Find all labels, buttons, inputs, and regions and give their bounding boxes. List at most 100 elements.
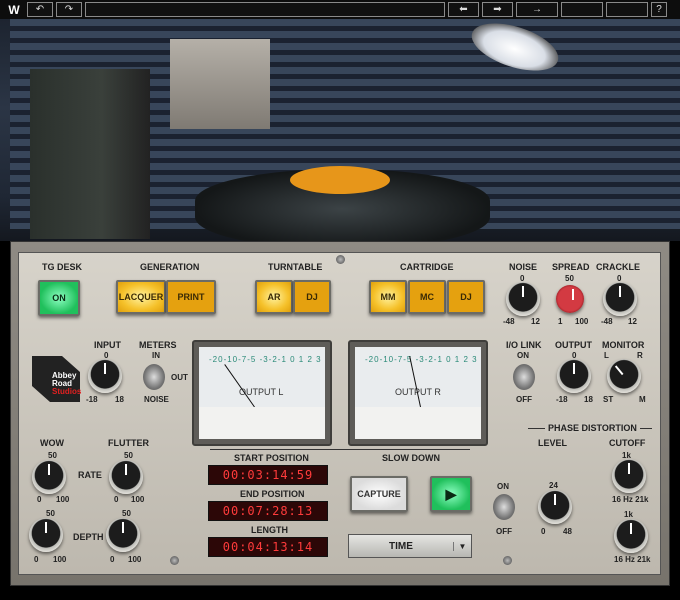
monitor-m: M — [639, 395, 646, 404]
generation-print-button[interactable]: PRINT — [166, 280, 216, 314]
output-l-meter: -20-10-7-5 -3-2-1 0 1 2 3 OUTPUT L — [192, 340, 332, 446]
wow-depth-min: 0 — [34, 555, 39, 564]
generation-lacquer-button[interactable]: LACQUER — [116, 280, 166, 314]
lathe-machine — [30, 69, 150, 239]
slow-down-label: SLOW DOWN — [382, 453, 440, 463]
monitor-label: MONITOR — [602, 340, 645, 350]
meters-out: OUT — [171, 373, 188, 382]
generation-label: GENERATION — [140, 262, 200, 272]
phase-level-max: 48 — [563, 527, 572, 536]
output-knob[interactable] — [557, 359, 591, 393]
wow-rate-min: 0 — [37, 495, 42, 504]
wow-depth-knob[interactable] — [29, 518, 63, 552]
input-max: 18 — [115, 395, 124, 404]
screw-icon — [503, 556, 512, 565]
phase-cutoff-label: CUTOFF — [609, 438, 646, 448]
flutter-depth-min: 0 — [110, 555, 115, 564]
studio-scene — [0, 19, 680, 241]
cutoff-lo-top: 1k — [624, 510, 633, 519]
flutter-label: FLUTTER — [108, 438, 149, 448]
waves-logo-icon[interactable]: W — [2, 2, 24, 17]
toolbar: W ↶ ↷ ⬅ ➡ → ? — [0, 0, 680, 19]
cutoff-hi-knob[interactable] — [612, 459, 646, 493]
help-button[interactable]: ? — [651, 2, 667, 17]
screw-icon — [336, 255, 345, 264]
end-position-display[interactable]: 00:07:28:13 — [208, 501, 328, 521]
spread-min: 1 — [558, 317, 563, 326]
spread-label: SPREAD — [552, 262, 590, 272]
meter-r-scale: -20-10-7-5 -3-2-1 0 1 2 3 — [365, 355, 478, 364]
io-link-switch[interactable] — [513, 364, 535, 390]
turntable-dj-button[interactable]: DJ — [293, 280, 331, 314]
wow-rate-knob[interactable] — [32, 460, 66, 494]
noise-max: 12 — [531, 317, 540, 326]
crackle-label: CRACKLE — [596, 262, 640, 272]
meters-in: IN — [152, 351, 160, 360]
undo-button[interactable]: ↶ — [27, 2, 53, 17]
play-button[interactable]: ▶ — [430, 476, 472, 512]
start-position-label: START POSITION — [234, 453, 309, 463]
output-max: 18 — [584, 395, 593, 404]
flutter-rate-knob[interactable] — [109, 460, 143, 494]
cartridge-mm-button[interactable]: MM — [369, 280, 407, 314]
flutter-depth-top: 50 — [122, 509, 131, 518]
cutting-head — [170, 39, 270, 129]
crackle-max: 12 — [628, 317, 637, 326]
turntable-label: TURNTABLE — [268, 262, 323, 272]
flutter-depth-knob[interactable] — [106, 518, 140, 552]
slowdown-bracket — [210, 449, 470, 450]
flutter-rate-top: 50 — [124, 451, 133, 460]
save-button[interactable] — [561, 2, 603, 17]
rate-label: RATE — [78, 470, 102, 480]
cartridge-mc-button[interactable]: MC — [408, 280, 446, 314]
record-label — [290, 166, 390, 194]
cartridge-dj-button[interactable]: DJ — [447, 280, 485, 314]
spread-top: 50 — [565, 274, 574, 283]
phase-distortion-label: PHASE DISTORTION — [545, 423, 640, 433]
redo-button[interactable]: ↷ — [56, 2, 82, 17]
crackle-knob[interactable] — [603, 282, 637, 316]
phase-on: ON — [497, 482, 509, 491]
meters-switch[interactable] — [143, 364, 165, 390]
chevron-down-icon[interactable]: ▼ — [453, 541, 471, 551]
monitor-l: L — [604, 351, 609, 360]
flutter-rate-max: 100 — [131, 495, 145, 504]
brand-line3: Studios — [52, 387, 82, 396]
turntable-ar-button[interactable]: AR — [255, 280, 293, 314]
output-r-meter: -20-10-7-5 -3-2-1 0 1 2 3 OUTPUT R — [348, 340, 488, 446]
wow-rate-top: 50 — [48, 451, 57, 460]
start-position-display[interactable]: 00:03:14:59 — [208, 465, 328, 485]
cutoff-lo-knob[interactable] — [614, 519, 648, 553]
io-link-on: ON — [517, 351, 529, 360]
phase-switch[interactable] — [493, 494, 515, 520]
wow-label: WOW — [40, 438, 64, 448]
wow-rate-max: 100 — [56, 495, 70, 504]
meters-noise: NOISE — [144, 395, 169, 404]
spread-knob[interactable] — [556, 285, 584, 313]
noise-label: NOISE — [509, 262, 538, 272]
io-link-off: OFF — [516, 395, 532, 404]
end-position-label: END POSITION — [240, 489, 305, 499]
noise-min: -48 — [503, 317, 515, 326]
meter-l-needle — [224, 364, 255, 407]
monitor-selector[interactable] — [607, 359, 641, 393]
prev-preset-button[interactable]: ⬅ — [448, 2, 479, 17]
noise-knob[interactable] — [506, 282, 540, 316]
setup-button[interactable] — [606, 2, 648, 17]
preset-name-field[interactable] — [85, 2, 445, 17]
phase-level-knob[interactable] — [538, 490, 572, 524]
next-preset-button[interactable]: ➡ — [482, 2, 513, 17]
load-button[interactable]: → — [516, 2, 558, 17]
input-min: -18 — [86, 395, 98, 404]
cutoff-hi-range: 16 Hz 21k — [612, 495, 649, 504]
slow-down-mode-select[interactable]: TIME ▼ — [348, 534, 472, 558]
output-min: -18 — [556, 395, 568, 404]
flutter-rate-min: 0 — [114, 495, 119, 504]
phase-level-top: 24 — [549, 481, 558, 490]
input-knob[interactable] — [88, 359, 122, 393]
spread-max: 100 — [575, 317, 589, 326]
tg-desk-on-button[interactable]: ON — [38, 280, 80, 316]
monitor-r: R — [637, 351, 643, 360]
capture-button[interactable]: CAPTURE — [350, 476, 408, 512]
length-display: 00:04:13:14 — [208, 537, 328, 557]
